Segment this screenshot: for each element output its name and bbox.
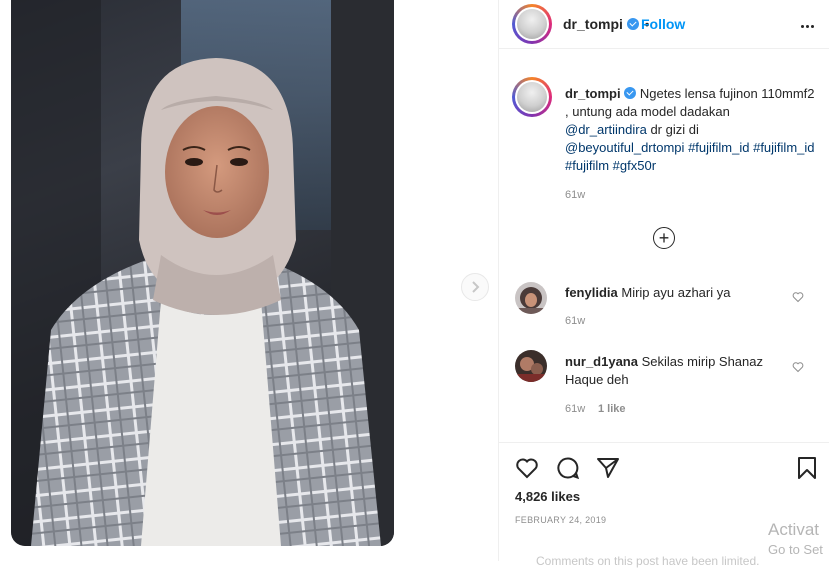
comment-username[interactable]: nur_d1yana bbox=[565, 354, 638, 369]
heart-icon[interactable] bbox=[792, 360, 804, 378]
commenter-avatar[interactable] bbox=[515, 282, 547, 314]
caption-text: dr_tompi Ngetes lensa fujinon 110mmf2 , … bbox=[565, 85, 815, 175]
mention-link[interactable]: @beyoutiful_drtompi bbox=[565, 140, 684, 155]
verified-badge-icon bbox=[624, 87, 637, 99]
comment-text: fenylidia Mirip ayu azhari ya bbox=[565, 284, 775, 302]
chevron-right-icon bbox=[472, 281, 480, 293]
ellipsis-icon[interactable] bbox=[801, 15, 816, 33]
post-sidebar: dr_tompi • Follow dr_tompi Ngetes lensa … bbox=[498, 0, 829, 568]
comments-disabled-notice: Comments on this post have been limited. bbox=[536, 554, 760, 568]
post-header: dr_tompi • Follow bbox=[499, 0, 829, 49]
watermark-line-2: Go to Set bbox=[768, 542, 823, 557]
media-pane bbox=[0, 0, 498, 561]
comment-likes[interactable]: 1 like bbox=[598, 403, 626, 415]
caption-age: 61w bbox=[565, 189, 586, 201]
comment-text: nur_d1yana Sekilas mirip Shanaz Haque de… bbox=[565, 353, 775, 389]
portrait-illustration bbox=[11, 0, 394, 546]
author-username[interactable]: dr_tompi bbox=[563, 16, 623, 32]
author-avatar[interactable] bbox=[512, 4, 552, 44]
caption-body-2: dr gizi di bbox=[646, 122, 699, 137]
heart-icon[interactable] bbox=[515, 456, 539, 485]
likes-count[interactable]: 4,826 likes bbox=[515, 489, 580, 504]
follow-button[interactable]: Follow bbox=[641, 16, 685, 32]
bookmark-icon[interactable] bbox=[795, 456, 819, 485]
caption-username[interactable]: dr_tompi bbox=[565, 86, 621, 101]
next-photo-button[interactable] bbox=[461, 273, 489, 301]
heart-icon[interactable] bbox=[792, 290, 804, 308]
caption-avatar[interactable] bbox=[512, 77, 552, 117]
comment-age: 61w bbox=[565, 315, 586, 327]
comment-icon[interactable] bbox=[556, 456, 580, 485]
plus-circle-icon[interactable]: + bbox=[653, 227, 675, 249]
post-date: FEBRUARY 24, 2019 bbox=[515, 515, 607, 525]
comment-username[interactable]: fenylidia bbox=[565, 285, 618, 300]
commenter-avatar[interactable] bbox=[515, 350, 547, 382]
windows-activation-watermark: Activat Go to Set bbox=[768, 520, 823, 560]
comment-age: 61w bbox=[565, 403, 586, 415]
post-photo[interactable] bbox=[11, 0, 394, 546]
paper-plane-icon[interactable] bbox=[596, 456, 620, 485]
verified-badge-icon bbox=[626, 18, 639, 30]
comment-body: Mirip ayu azhari ya bbox=[621, 285, 731, 300]
watermark-line-1: Activat bbox=[768, 520, 820, 539]
mention-link[interactable]: @dr_artiindira bbox=[565, 122, 647, 137]
